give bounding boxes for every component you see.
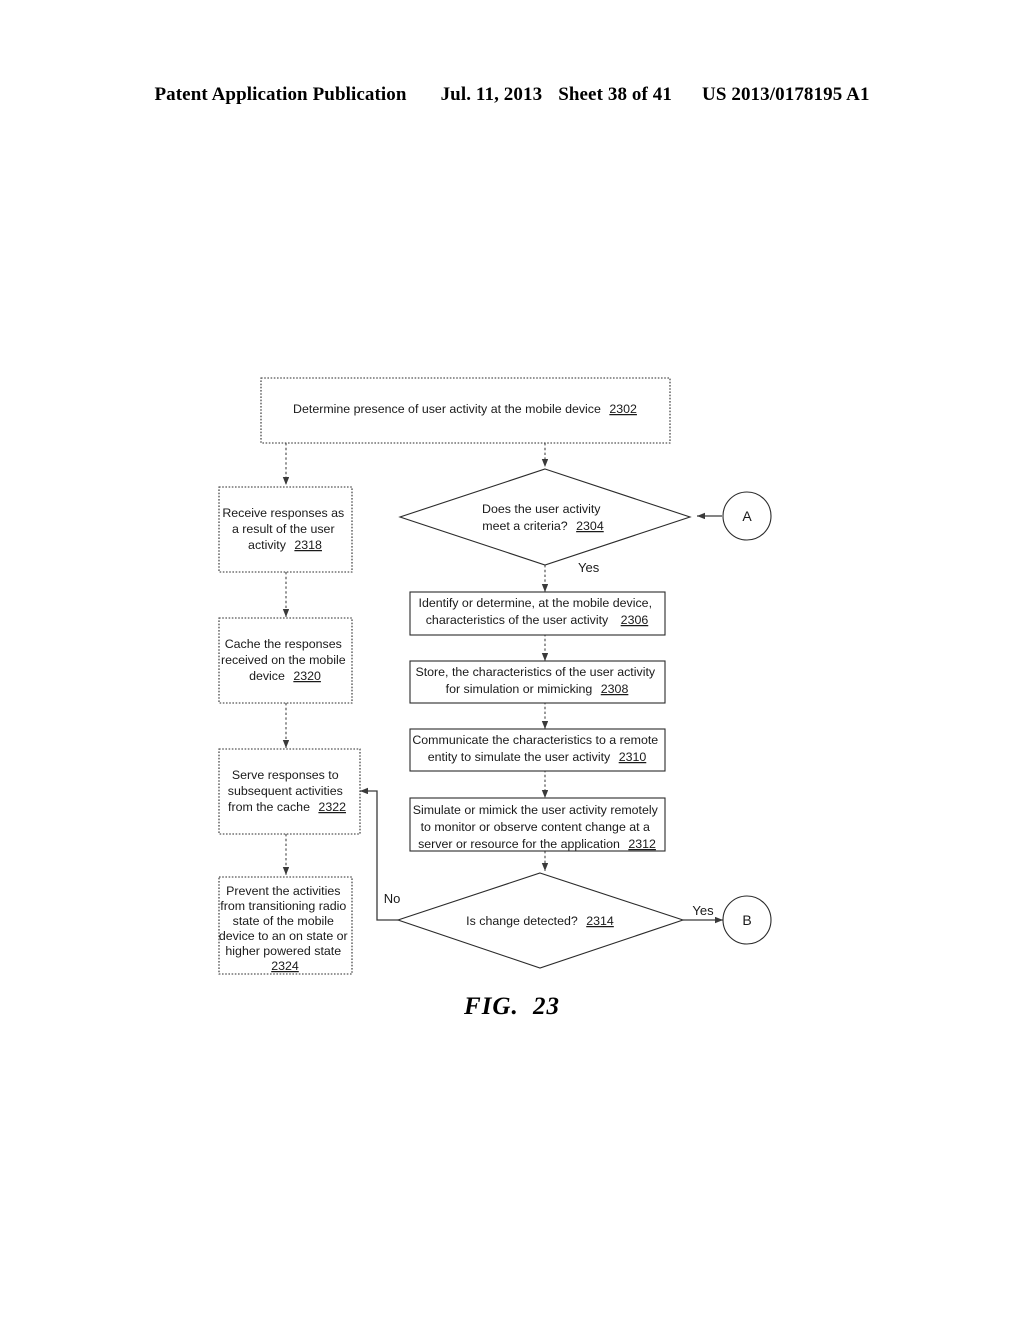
node-2306: Identify or determine, at the mobile dev… [409,591,666,636]
patent-page: Patent Application Publication Jul. 11, … [0,0,1024,1320]
node-2308-line2: for simulation or mimicking 2308 [446,682,629,696]
node-2304-diamond [398,468,692,566]
node-2304: Does the user activity meet a criteria? … [398,468,692,566]
node-2320: Cache the responses received on the mobi… [218,617,353,704]
figure-caption: FIG. 23 [0,993,1024,1021]
edge-label-yes-2314: Yes [692,903,714,918]
node-2302-label: Determine presence of user activity at t… [293,402,637,416]
node-2318: Receive responses as a result of the use… [218,486,353,573]
connector-b-label: B [742,912,751,928]
node-2310-line2: entity to simulate the user activity 231… [428,750,647,764]
edge-label-no-2314: No [384,891,401,906]
node-2324: Prevent the activities from transitionin… [218,876,353,975]
node-2314-label: Is change detected? 2314 [466,914,614,928]
node-2312-line3: server or resource for the application 2… [418,837,656,851]
node-2318-line3: activity 2318 [248,538,322,552]
node-2308: Store, the characteristics of the user a… [409,660,666,704]
connector-a-label: A [742,508,752,524]
node-2310: Communicate the characteristics to a rem… [409,728,666,772]
node-2320-line3: device 2320 [249,669,321,683]
connector-a: A [722,491,772,541]
node-2322: Serve responses to subsequent activities… [218,748,361,835]
node-2304-line2: meet a criteria? 2304 [482,519,604,533]
edge-label-yes-2304: Yes [578,560,600,575]
figure-number: 23 [532,993,560,1020]
figure-label: FIG. [464,993,519,1020]
node-2322-line3: from the cache 2322 [228,800,346,814]
node-2302: Determine presence of user activity at t… [260,377,671,444]
flowchart-figure-23: Determine presence of user activity at t… [218,377,772,975]
node-2314: Is change detected? 2314 [396,872,685,969]
node-2312: Simulate or mimick the user activity rem… [409,797,666,852]
connector-b: B [722,895,772,945]
node-2322-label: Serve responses to subsequent activities… [228,768,346,814]
